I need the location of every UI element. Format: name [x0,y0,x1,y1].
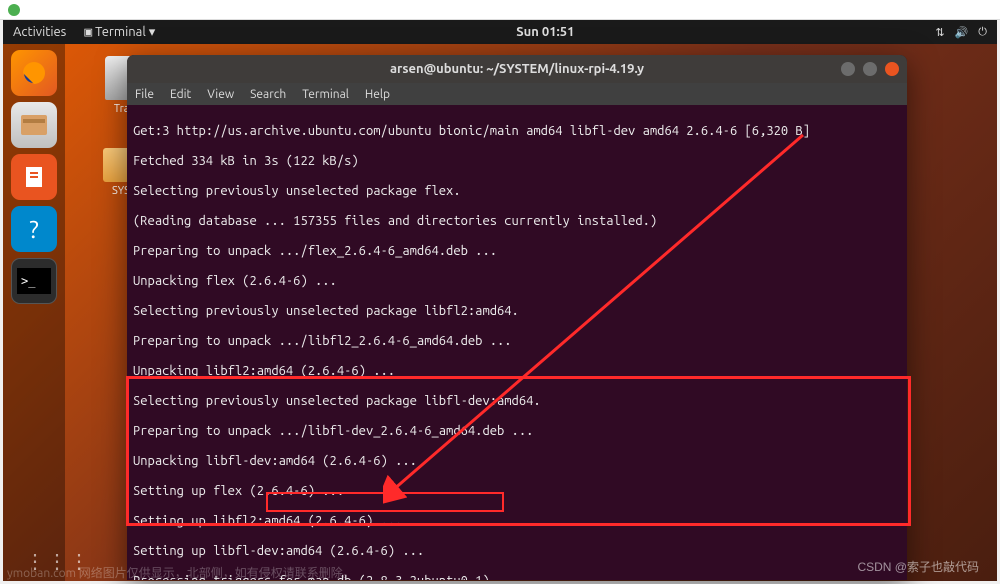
output-line: Setting up libfl2:amd64 (2.6.4-6) ... [133,514,901,529]
ubuntu-desktop: Activities ▣ Terminal ▾ Sun 01:51 ⇅ 🔊 ⏻ … [3,20,997,581]
menu-edit[interactable]: Edit [170,88,191,101]
output-line: Selecting previously unselected package … [133,304,901,319]
help-icon[interactable]: ? [11,206,57,252]
ubuntu-dock: ? >_ [3,44,65,581]
terminal-window: arsen@ubuntu: ~/SYSTEM/linux-rpi-4.19.y … [127,55,907,580]
output-line: Preparing to unpack .../libfl-dev_2.6.4-… [133,424,901,439]
sound-icon[interactable]: 🔊 [955,26,969,39]
output-line: Preparing to unpack .../libfl2_2.6.4-6_a… [133,334,901,349]
terminal-title: arsen@ubuntu: ~/SYSTEM/linux-rpi-4.19.y [135,62,899,76]
menu-search[interactable]: Search [250,88,286,101]
menu-view[interactable]: View [207,88,234,101]
host-browser-chrome [0,0,1000,20]
reload-icon [8,4,20,16]
footer-notice: ymoban.com 网络图片仅供显示，北部侧，如有侵权请联系删除。 [7,564,355,581]
menu-file[interactable]: File [135,88,154,101]
network-icon[interactable]: ⇅ [935,26,944,39]
terminal-app-label: Terminal [95,25,146,39]
watermark: CSDN @索子也敲代码 [857,558,979,575]
menu-help[interactable]: Help [365,88,390,101]
terminal-launcher-icon[interactable]: >_ [11,258,57,304]
terminal-icon: ▣ [84,25,92,40]
output-line: Unpacking flex (2.6.4-6) ... [133,274,901,289]
terminal-titlebar[interactable]: arsen@ubuntu: ~/SYSTEM/linux-rpi-4.19.y [127,55,907,83]
terminal-app-indicator[interactable]: ▣ Terminal ▾ [84,25,155,40]
output-line: Setting up flex (2.6.4-6) ... [133,484,901,499]
firefox-icon[interactable] [11,50,57,96]
terminal-output[interactable]: Get:3 http://us.archive.ubuntu.com/ubunt… [127,105,907,580]
minimize-icon[interactable] [841,62,855,76]
output-line: Selecting previously unselected package … [133,184,901,199]
maximize-icon[interactable] [863,62,877,76]
menu-terminal[interactable]: Terminal [302,88,349,101]
output-line: Setting up libfl-dev:amd64 (2.6.4-6) ... [133,544,901,559]
software-icon[interactable] [11,154,57,200]
power-icon[interactable]: ⏻ [978,26,987,39]
terminal-menubar: File Edit View Search Terminal Help [127,83,907,105]
clock[interactable]: Sun 01:51 [155,25,935,39]
output-line: Selecting previously unselected package … [133,394,901,409]
output-line: Fetched 334 kB in 3s (122 kB/s) [133,154,901,169]
files-icon[interactable] [11,102,57,148]
output-line: Unpacking libfl-dev:amd64 (2.6.4-6) ... [133,454,901,469]
output-line: Preparing to unpack .../flex_2.6.4-6_amd… [133,244,901,259]
close-icon[interactable] [885,62,899,76]
terminal-glyph: >_ [17,268,51,294]
activities-button[interactable]: Activities [13,25,66,39]
gnome-topbar: Activities ▣ Terminal ▾ Sun 01:51 ⇅ 🔊 ⏻ [3,20,997,44]
output-line: Get:3 http://us.archive.ubuntu.com/ubunt… [133,124,901,139]
output-line: Unpacking libfl2:amd64 (2.6.4-6) ... [133,364,901,379]
output-line: (Reading database ... 157355 files and d… [133,214,901,229]
